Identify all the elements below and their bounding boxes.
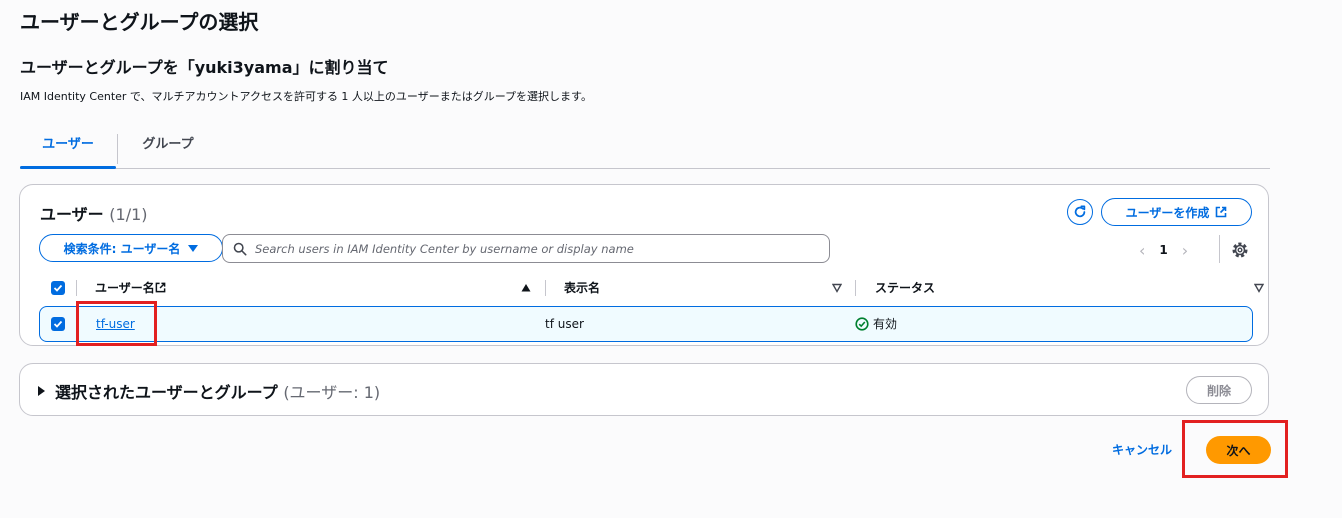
chevron-left-icon[interactable]: ‹ [1139,241,1145,260]
search-input[interactable] [255,241,815,256]
sort-icon[interactable] [832,283,842,293]
highlight-box [76,301,157,346]
page-number[interactable]: 1 [1159,243,1167,257]
row-checkbox[interactable] [51,317,65,331]
column-header-status[interactable]: ステータス [875,276,935,300]
users-count: (1/1) [109,205,148,224]
sort-ascending-icon[interactable] [521,283,531,293]
refresh-icon [1074,205,1086,218]
page-subtitle: ユーザーとグループを「yuki3yama」に割り当て [20,58,389,77]
column-divider [76,280,77,296]
status-cell: 有効 [855,307,897,341]
tab-bar: ユーザー グループ [20,130,1270,169]
select-all-checkbox[interactable] [51,281,65,295]
status-success-icon [855,317,869,331]
caret-right-icon [38,386,45,396]
gear-icon[interactable] [1230,240,1250,260]
selected-users-title: 選択されたユーザーとグループ [55,383,278,402]
selected-users-panel: 選択されたユーザーとグループ (ユーザー: 1) 削除 [19,363,1269,416]
sort-icon[interactable] [1254,283,1264,293]
refresh-button[interactable] [1067,199,1093,225]
filter-property-button[interactable]: 検索条件: ユーザー名 [39,234,223,262]
column-divider [545,280,546,296]
column-header-username[interactable]: ユーザー名 [95,276,166,300]
create-user-label: ユーザーを作成 [1125,205,1210,220]
tab-groups[interactable]: グループ [120,130,216,168]
table-row[interactable]: tf-user tf user 有効 [39,306,1253,342]
cancel-button[interactable]: キャンセル [1112,441,1172,458]
chevron-right-icon[interactable]: › [1182,241,1188,260]
filter-label: 検索条件: ユーザー名 [63,241,181,256]
selected-users-count: (ユーザー: 1) [283,383,381,402]
page-description: IAM Identity Center で、マルチアカウントアクセスを許可する … [20,90,592,103]
column-header-display-name[interactable]: 表示名 [564,276,600,300]
table-header: ユーザー名 表示名 ステータス [40,276,1264,300]
users-panel: ユーザー (1/1) ユーザーを作成 検索条件: ユーザー名 ‹ 1 › [19,184,1269,346]
remove-button[interactable]: 削除 [1186,376,1252,404]
column-divider [855,280,856,296]
users-panel-title: ユーザー [40,205,104,224]
status-text: 有効 [873,317,898,331]
column-label-username: ユーザー名 [95,281,155,295]
page-title: ユーザーとグループの選択 [20,10,259,34]
tab-divider [117,134,118,164]
highlight-box [1182,420,1288,478]
tab-users[interactable]: ユーザー [20,130,116,169]
selected-users-expander[interactable]: 選択されたユーザーとグループ (ユーザー: 1) [38,379,380,403]
pagination: ‹ 1 › [1139,237,1188,263]
external-link-icon [1216,206,1227,218]
display-name-cell: tf user [545,317,584,331]
users-panel-header: ユーザー (1/1) [40,201,148,225]
search-field [222,234,830,263]
search-icon [233,242,247,255]
pager-divider [1219,235,1220,263]
create-user-button[interactable]: ユーザーを作成 [1101,198,1252,226]
external-link-icon [155,282,166,293]
checkbox-checked-icon [51,281,65,295]
caret-down-icon [188,244,199,252]
checkbox-checked-icon [51,317,65,331]
